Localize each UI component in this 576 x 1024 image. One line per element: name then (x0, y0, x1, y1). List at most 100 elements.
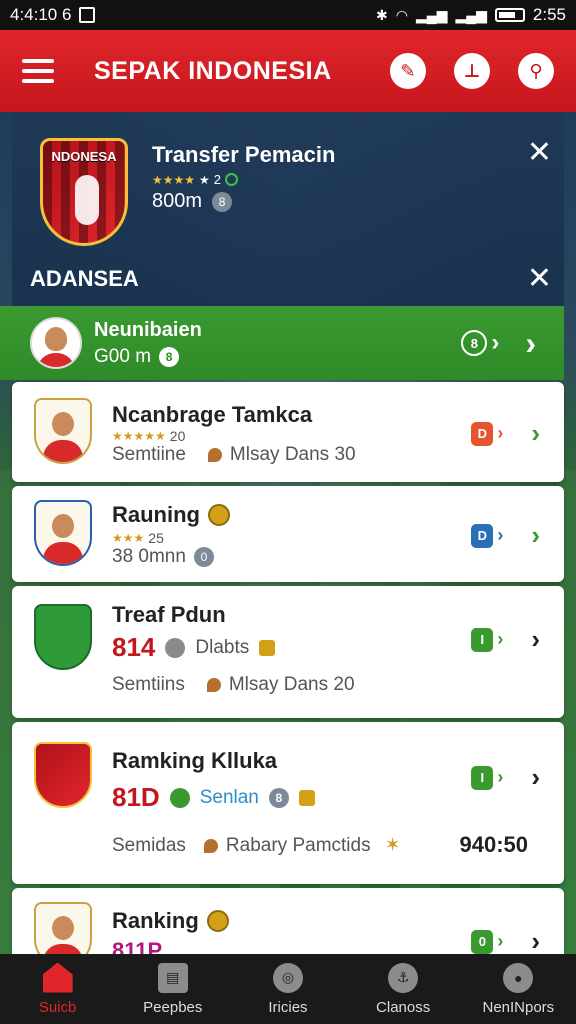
signal-icon-2: ▂▄▆ (455, 6, 487, 23)
nav-item-board[interactable]: ▤ Peepbes (118, 962, 228, 1016)
chevron-right-icon: › (497, 931, 504, 951)
player-card[interactable]: Ramking Klluka 81D Senlan 8 Semidas Raba… (12, 722, 564, 884)
open-chevron-icon[interactable]: › (531, 520, 540, 551)
player-card[interactable]: Ncanbrage Tamkca ★★★★★ 20 Semtiine Mlsay… (12, 382, 564, 482)
status-time-left: 4:4:10 6 (10, 5, 72, 24)
player-info: Semtiine Mlsay Dans 30 (112, 444, 356, 466)
board-icon: ▤ (157, 962, 188, 993)
score-tag: Dlabts (195, 636, 250, 658)
bluetooth-icon: ✱ (376, 6, 388, 23)
close-icon[interactable]: ✕ (527, 138, 552, 168)
menu-icon[interactable] (22, 59, 54, 83)
open-chevron-icon[interactable]: › (531, 926, 540, 957)
chevron-right-icon: › (497, 629, 504, 649)
player-name-text: Ranking (112, 908, 199, 933)
person-icon: ● (503, 962, 534, 993)
player-name: Ramking Klluka (112, 748, 278, 773)
wifi-icon: ◠ (395, 6, 408, 23)
score-text: 814 (112, 632, 156, 662)
star-icon: ★ (199, 172, 210, 187)
chevron-right-icon: › (491, 329, 500, 356)
club-badge (34, 604, 92, 670)
crest-text: NDONESA (51, 149, 117, 164)
player-name-text: Rauning (112, 502, 200, 527)
player-badge (34, 398, 92, 464)
player-name: Rauning (112, 502, 230, 528)
score-tag: Senlan (199, 786, 259, 808)
status-bar: 4:4:10 6 ✱ ◠ ▂▄▆ ▂▄▆ 2:55 (0, 0, 576, 30)
sparkle-icon: ✶ (384, 835, 401, 856)
highlight-pill[interactable]: 8 (461, 330, 488, 356)
player-name: Ranking (112, 908, 229, 934)
nav-item-home[interactable]: Suicb (3, 962, 113, 1016)
club-badge (34, 742, 92, 808)
player-card[interactable]: Treaf Pdun 814 Dlabts Semtiins Mlsay Dan… (12, 586, 564, 718)
rating-number: 20 (169, 428, 186, 444)
rating-stars: ★★★ (112, 531, 145, 545)
nav-label: Iricies (268, 998, 308, 1016)
form-badge[interactable]: 0 (471, 929, 494, 954)
nav-label: Peepbes (143, 998, 203, 1016)
trophy-icon (259, 639, 276, 656)
form-badge[interactable]: I (471, 627, 494, 652)
info-b: Rabary Pamctids (225, 834, 371, 856)
info-a: Semtiine (112, 444, 186, 465)
highlight-name: Neunibaien (94, 318, 202, 341)
battery-icon (494, 8, 525, 22)
avatar (30, 317, 82, 369)
player-info: Semidas Rabary Pamctids ✶ (112, 834, 401, 857)
form-badge[interactable]: D (471, 421, 494, 446)
player-name: Treaf Pdun (112, 602, 226, 627)
chevron-right-icon: › (497, 423, 504, 443)
search-icon[interactable]: ⚲ (518, 53, 554, 89)
player-card[interactable]: Rauning ★★★ 25 38 0mnn 0 D › › (12, 486, 564, 582)
nav-item-anchor[interactable]: ⚓ Clanoss (348, 962, 458, 1016)
featured-title: Transfer Pemacin (152, 142, 336, 167)
close-section-icon[interactable]: ✕ (527, 264, 552, 294)
rating-stars: ★★★★★ (112, 429, 166, 443)
tag-icon: 8 (268, 787, 289, 808)
check-icon (169, 787, 190, 808)
open-chevron-icon[interactable]: › (525, 327, 536, 359)
player-value: 38 0mnn 0 (112, 546, 214, 568)
trophy-icon[interactable]: ⊥ (454, 53, 490, 89)
section-label: ADANSEA (30, 266, 139, 291)
nav-label: Clanoss (376, 998, 431, 1016)
location-icon (203, 838, 218, 853)
gallery-icon (79, 7, 96, 23)
open-chevron-icon[interactable]: › (531, 624, 540, 655)
rating-stars: ★★★★ (152, 172, 196, 187)
player-figure-icon (75, 175, 99, 225)
featured-value: 800m 8 (152, 190, 233, 213)
open-chevron-icon[interactable]: › (531, 418, 540, 449)
rating-number: 2 (213, 172, 222, 187)
status-dot-icon (225, 173, 239, 186)
nav-item-profile[interactable]: ● NenINpors (463, 962, 573, 1016)
team-crest: NDONESA (40, 138, 128, 246)
location-icon (206, 678, 221, 692)
coin-icon (206, 910, 229, 932)
nav-label: NenINpors (482, 998, 555, 1016)
app-bar: SEPAK INDONESIA ✎ ⊥ ⚲ (0, 30, 576, 112)
form-badge[interactable]: D (471, 523, 494, 548)
coin-icon (208, 504, 230, 526)
whistle-icon[interactable]: ✎ (390, 53, 426, 89)
nav-item-ring[interactable]: ◎ Iricies (233, 962, 343, 1016)
value-icon: 0 (193, 547, 214, 567)
form-badge[interactable]: I (471, 765, 494, 790)
location-icon (207, 448, 222, 462)
player-score: 81D Senlan 8 (112, 782, 315, 813)
highlight-value: G00 m (94, 345, 152, 367)
trophy-icon (298, 789, 315, 806)
featured-value-text: 800m (152, 190, 203, 212)
rating-number: 25 (148, 530, 164, 546)
app-title: SEPAK INDONESIA (94, 56, 332, 85)
open-chevron-icon[interactable]: › (531, 762, 540, 793)
featured-rating: ★★★★ ★ 2 (152, 172, 239, 187)
info-a: Semidas (112, 834, 186, 856)
home-icon (42, 962, 73, 993)
score-text: 81D (112, 782, 160, 812)
player-name: Ncanbrage Tamkca (112, 402, 313, 427)
highlight-row[interactable]: Neunibaien G00 m 8 8 › › (0, 306, 564, 380)
bottom-nav: Suicb ▤ Peepbes ◎ Iricies ⚓ Clanoss ● Ne… (0, 954, 576, 1024)
